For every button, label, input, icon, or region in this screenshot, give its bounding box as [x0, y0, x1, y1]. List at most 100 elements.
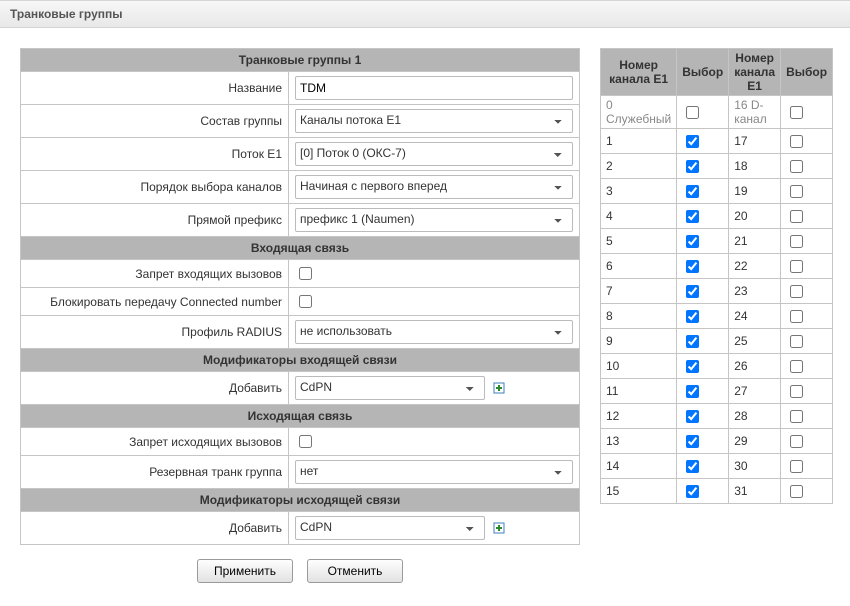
- channel-num: 14: [601, 454, 677, 479]
- channel-num: 20: [729, 204, 781, 229]
- channel-num: 23: [729, 279, 781, 304]
- channel-num: 28: [729, 404, 781, 429]
- form-header: Транковые группы 1: [21, 49, 580, 72]
- stream-select[interactable]: [0] Поток 0 (ОКС-7): [295, 142, 573, 166]
- add-in-icon[interactable]: [491, 380, 507, 396]
- channel-num: 0 Служебный: [601, 96, 677, 129]
- channel-num: 29: [729, 429, 781, 454]
- channel-checkbox[interactable]: [790, 310, 803, 323]
- deny-in-checkbox[interactable]: [299, 267, 312, 280]
- channel-checkbox[interactable]: [686, 335, 699, 348]
- channel-checkbox[interactable]: [790, 460, 803, 473]
- channel-row: 4 20: [601, 204, 833, 229]
- channel-checkbox[interactable]: [686, 235, 699, 248]
- outgoing-header: Исходящая связь: [21, 405, 580, 428]
- prefix-select[interactable]: префикс 1 (Naumen): [295, 208, 573, 232]
- label-add-out: Добавить: [21, 512, 289, 545]
- channel-num: 11: [601, 379, 677, 404]
- channel-num: 26: [729, 354, 781, 379]
- reserve-select[interactable]: нет: [295, 460, 573, 484]
- incoming-header: Входящая связь: [21, 237, 580, 260]
- channel-num: 10: [601, 354, 677, 379]
- block-conn-checkbox[interactable]: [299, 295, 312, 308]
- channel-row: 14 30: [601, 454, 833, 479]
- group-select[interactable]: Каналы потока E1: [295, 109, 573, 133]
- order-select[interactable]: Начиная с первого вперед: [295, 175, 573, 199]
- channel-num: 2: [601, 154, 677, 179]
- label-deny-in: Запрет входящих вызовов: [21, 260, 289, 288]
- channel-row: 117: [601, 129, 833, 154]
- channel-checkbox[interactable]: [686, 210, 699, 223]
- channel-checkbox[interactable]: [686, 360, 699, 373]
- channel-num: 19: [729, 179, 781, 204]
- channel-checkbox[interactable]: [686, 160, 699, 173]
- label-add-in: Добавить: [21, 372, 289, 405]
- channel-row: 7 23: [601, 279, 833, 304]
- channel-checkbox[interactable]: [686, 410, 699, 423]
- channel-checkbox[interactable]: [686, 485, 699, 498]
- channel-checkbox[interactable]: [790, 135, 803, 148]
- channel-num: 3: [601, 179, 677, 204]
- add-out-icon[interactable]: [491, 520, 507, 536]
- label-radius: Профиль RADIUS: [21, 316, 289, 349]
- label-deny-out: Запрет исходящих вызовов: [21, 428, 289, 456]
- out-mods-header: Модификаторы исходящей связи: [21, 489, 580, 512]
- channel-checkbox[interactable]: [790, 210, 803, 223]
- label-stream: Поток E1: [21, 138, 289, 171]
- label-block-conn: Блокировать передачу Connected number: [21, 288, 289, 316]
- channel-checkbox[interactable]: [686, 310, 699, 323]
- label-name: Название: [21, 72, 289, 105]
- col-sel-left: Выбор: [677, 49, 729, 96]
- channel-checkbox[interactable]: [790, 485, 803, 498]
- cancel-button[interactable]: Отменить: [307, 559, 403, 583]
- channel-checkbox[interactable]: [686, 285, 699, 298]
- col-num-right: Номер канала E1: [729, 49, 781, 96]
- label-group: Состав группы: [21, 105, 289, 138]
- channel-row: 925: [601, 329, 833, 354]
- channel-num: 18: [729, 154, 781, 179]
- label-prefix: Прямой префикс: [21, 204, 289, 237]
- apply-button[interactable]: Применить: [197, 559, 293, 583]
- channel-checkbox[interactable]: [790, 160, 803, 173]
- channel-num: 8: [601, 304, 677, 329]
- channel-num: 24: [729, 304, 781, 329]
- page-title: Транковые группы: [0, 0, 850, 28]
- channel-checkbox[interactable]: [686, 185, 699, 198]
- channel-checkbox[interactable]: [790, 410, 803, 423]
- channel-row: 1531: [601, 479, 833, 504]
- channel-checkbox[interactable]: [686, 385, 699, 398]
- channel-num: 16 D-канал: [729, 96, 781, 129]
- channel-row: 2 18: [601, 154, 833, 179]
- channel-checkbox[interactable]: [790, 360, 803, 373]
- channel-checkbox[interactable]: [686, 435, 699, 448]
- radius-select[interactable]: не использовать: [295, 320, 573, 344]
- add-in-select[interactable]: CdPN: [295, 376, 485, 400]
- channel-row: 521: [601, 229, 833, 254]
- channel-num: 4: [601, 204, 677, 229]
- channel-num: 7: [601, 279, 677, 304]
- channel-checkbox[interactable]: [790, 285, 803, 298]
- label-reserve: Резервная транк группа: [21, 456, 289, 489]
- channel-checkbox[interactable]: [686, 135, 699, 148]
- deny-out-checkbox[interactable]: [299, 435, 312, 448]
- channel-checkbox[interactable]: [790, 335, 803, 348]
- channel-num: 30: [729, 454, 781, 479]
- channel-num: 15: [601, 479, 677, 504]
- add-out-select[interactable]: CdPN: [295, 516, 485, 540]
- channel-num: 31: [729, 479, 781, 504]
- trunk-form-table: Транковые группы 1 Название Состав групп…: [20, 48, 580, 545]
- channel-checkbox[interactable]: [790, 185, 803, 198]
- in-mods-header: Модификаторы входящей связи: [21, 349, 580, 372]
- channel-checkbox[interactable]: [790, 260, 803, 273]
- channel-num: 25: [729, 329, 781, 354]
- channel-checkbox[interactable]: [686, 260, 699, 273]
- name-input[interactable]: [295, 76, 573, 100]
- channel-num: 17: [729, 129, 781, 154]
- channel-checkbox[interactable]: [790, 385, 803, 398]
- channel-checkbox[interactable]: [790, 235, 803, 248]
- channel-checkbox[interactable]: [790, 435, 803, 448]
- channel-checkbox[interactable]: [686, 460, 699, 473]
- channel-num: 5: [601, 229, 677, 254]
- channel-row: 10 26: [601, 354, 833, 379]
- channel-checkbox: [790, 106, 803, 119]
